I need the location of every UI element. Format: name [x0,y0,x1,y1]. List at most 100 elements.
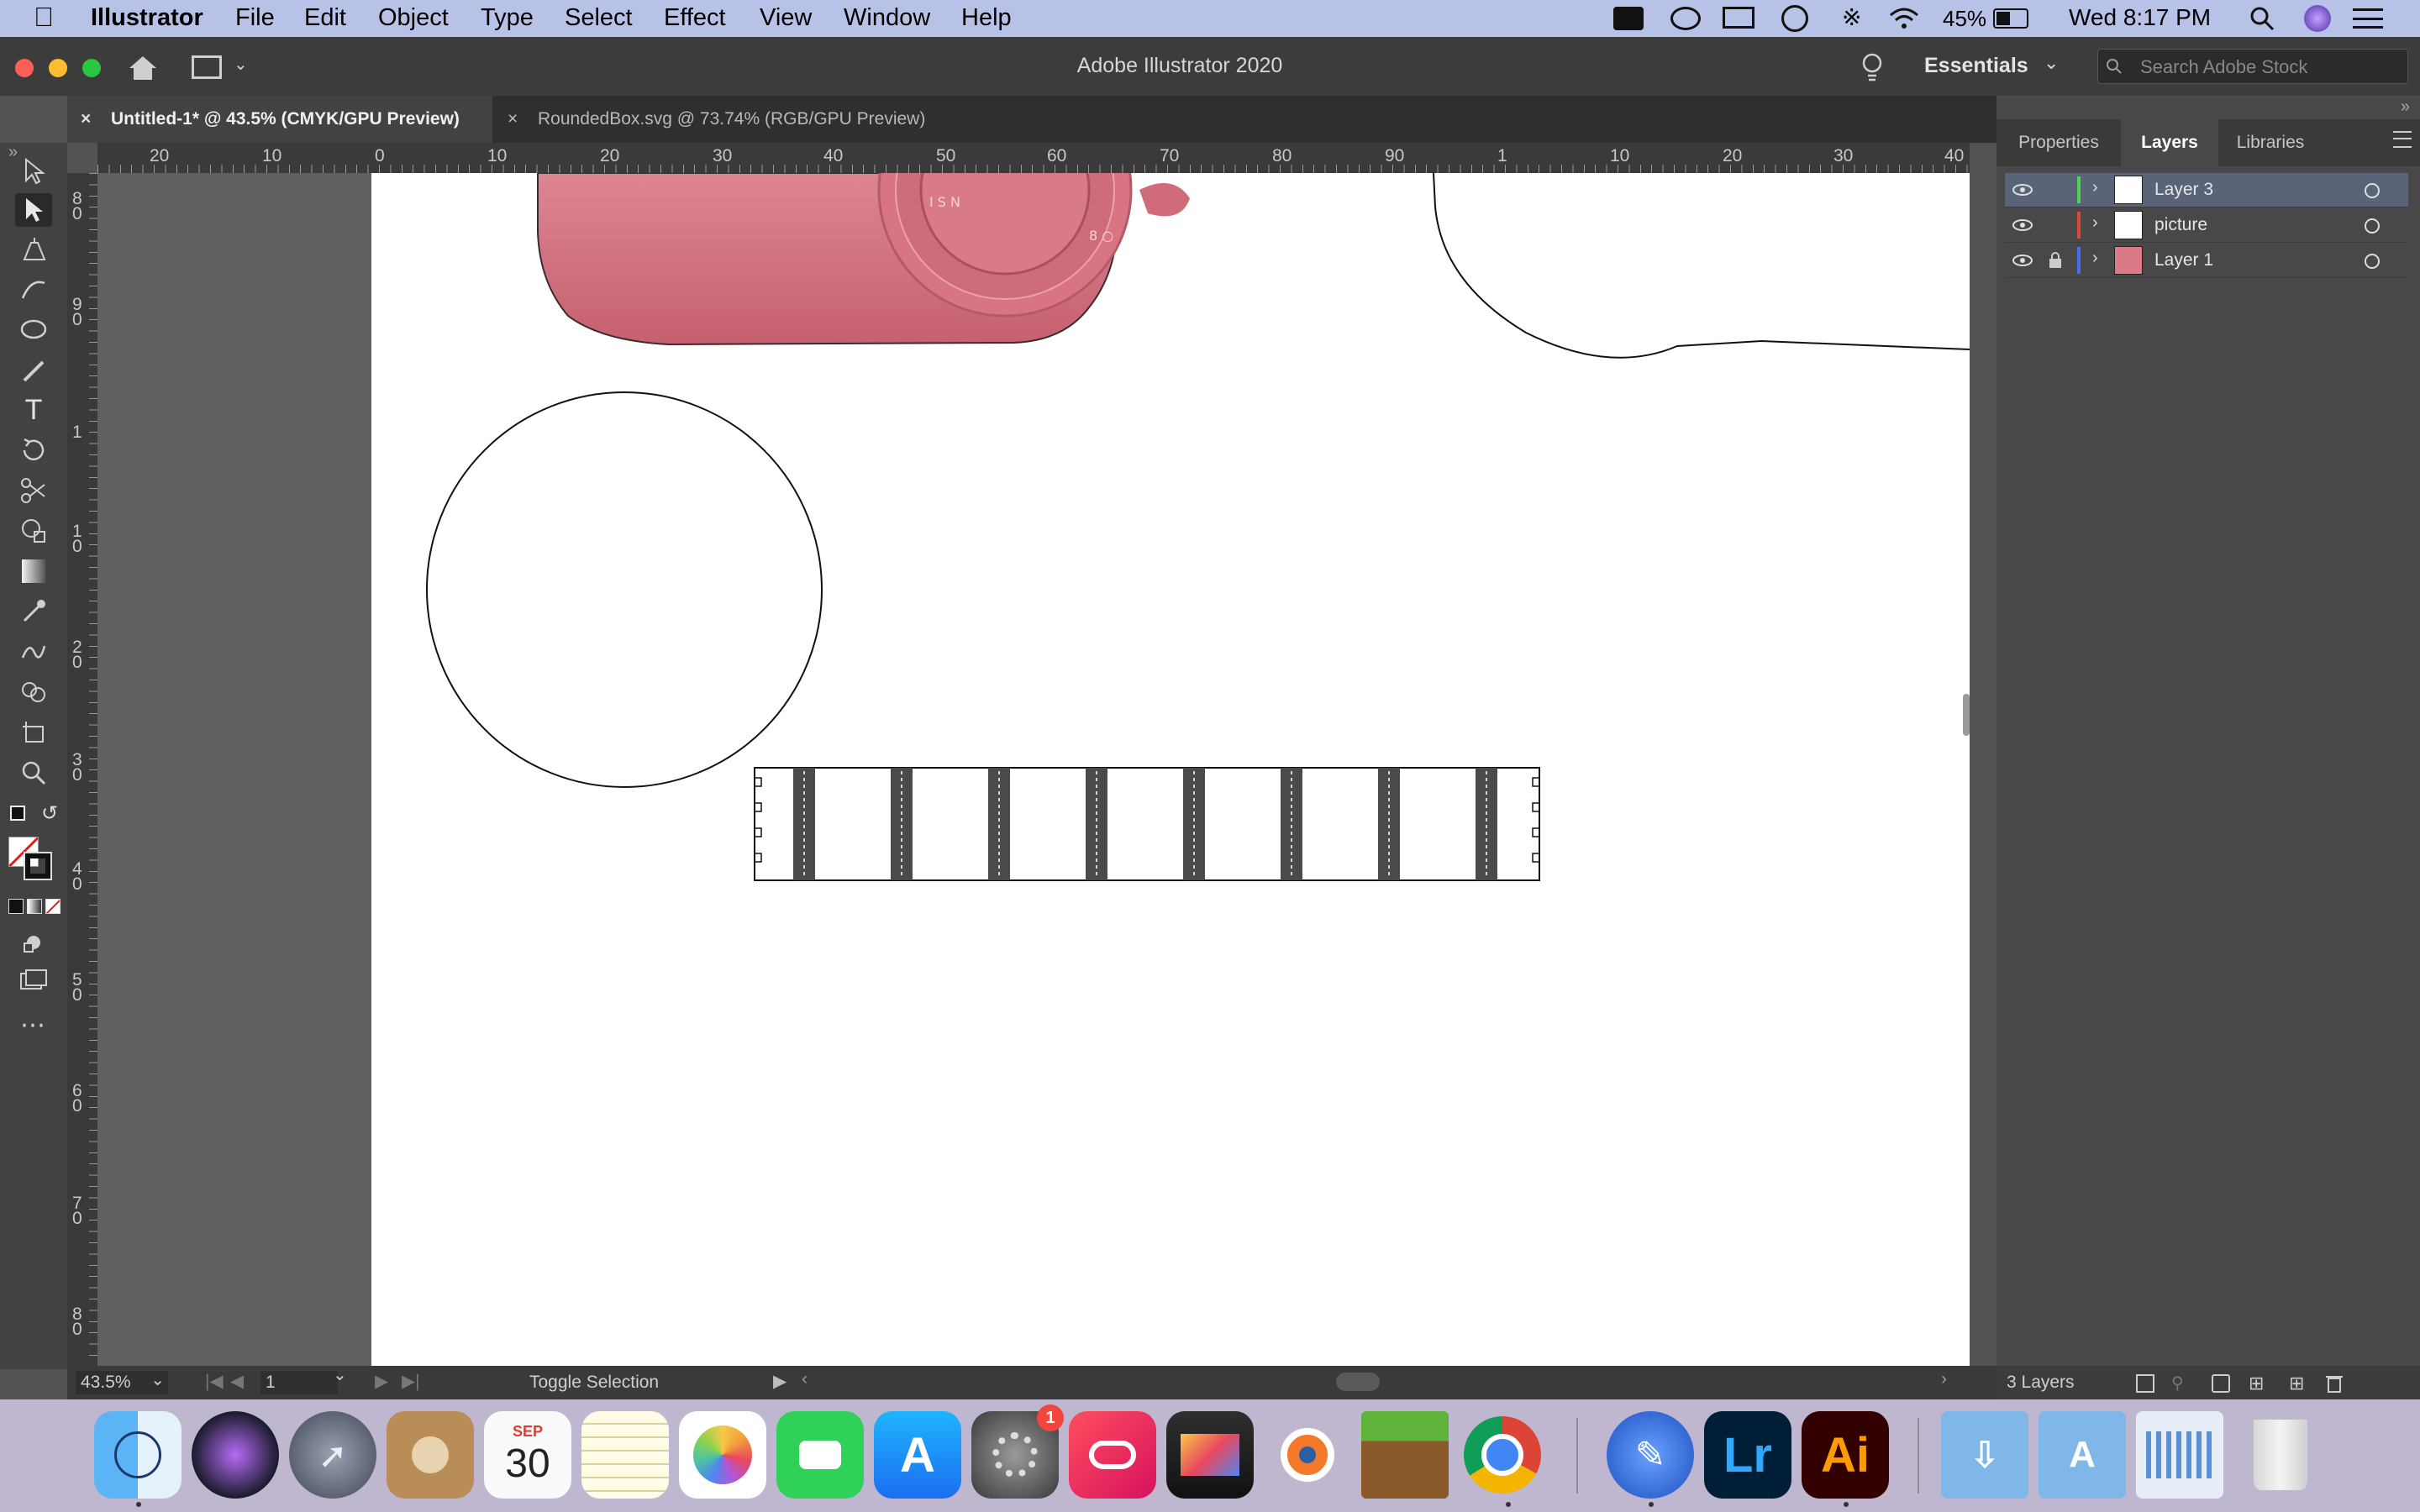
create-sublayer-icon[interactable]: ⊞ [2249,1373,2264,1394]
facetime-icon[interactable] [776,1411,864,1499]
screenshot-stack-icon[interactable] [2136,1411,2223,1499]
minecraft-icon[interactable] [1361,1411,1449,1499]
pencil-app-icon[interactable]: ✎ [1607,1411,1694,1499]
collapse-panel-icon[interactable]: » [2401,97,2410,117]
canvas-pasteboard[interactable]: I S N 8 ○ [97,173,1970,1366]
artboard-tool-icon[interactable] [15,716,52,749]
expand-chevron-icon[interactable]: › [2092,213,2098,233]
curvature-tool-icon[interactable] [15,272,52,306]
tab-close-icon[interactable]: × [508,96,518,143]
stock-search-field[interactable]: Search Adobe Stock [2097,49,2408,84]
lightroom-icon[interactable]: Lr [1704,1411,1791,1499]
shape-builder-tool-icon[interactable] [15,675,52,709]
screen-mode-icon[interactable] [15,964,52,998]
visibility-eye-icon[interactable] [2012,218,2033,232]
free-transform-tool-icon[interactable] [15,514,52,548]
creative-cloud-status-icon[interactable] [1613,7,1644,30]
target-icon[interactable] [2365,254,2380,269]
chevron-down-icon[interactable]: ⌄ [333,1364,347,1385]
rotate-tool-icon[interactable] [15,433,52,467]
horizontal-ruler[interactable]: 20 10 0 10 20 30 40 50 60 70 80 90 1 10 … [97,143,1970,173]
last-artboard-icon[interactable]: ▶| [402,1371,420,1392]
draw-mode-icon[interactable] [15,926,52,959]
chrome-icon[interactable] [1459,1411,1546,1499]
siri-icon[interactable] [2304,5,2331,32]
scroll-right-icon[interactable]: › [1941,1369,1947,1389]
tab-roundedbox[interactable]: × RoundedBox.svg @ 73.74% (RGB/GPU Previ… [494,96,1023,143]
trash-icon[interactable] [2237,1411,2324,1499]
vertical-scrollbar[interactable] [1963,694,1970,736]
first-artboard-icon[interactable]: |◀ [205,1371,224,1392]
menu-edit[interactable]: Edit [304,4,346,32]
menu-object[interactable]: Object [378,4,449,32]
blend-tool-icon[interactable] [15,635,52,669]
menu-window[interactable]: Window [844,4,930,32]
target-icon[interactable] [2365,183,2380,198]
creative-cloud-icon[interactable] [1069,1411,1156,1499]
outline-path[interactable] [1433,173,1970,359]
layer-row-layer-3[interactable]: › Layer 3 [2005,173,2408,207]
visibility-eye-icon[interactable] [2012,254,2033,267]
target-icon[interactable] [2365,218,2380,234]
siri-app-icon[interactable] [192,1411,279,1499]
lock-icon[interactable] [2047,251,2064,270]
tab-untitled-1[interactable]: × Untitled-1* @ 43.5% (CMYK/GPU Preview) [67,96,492,143]
layer-name[interactable]: picture [2154,215,2207,235]
box-strip-shape[interactable] [754,767,1540,881]
artboard-number-field[interactable]: 1 [260,1371,338,1394]
swap-colors-icon[interactable]: ↺ [37,796,62,830]
make-clipping-mask-icon[interactable] [2212,1374,2230,1393]
camera-image[interactable]: I S N 8 ○ [537,173,1190,346]
layer-row-layer-1[interactable]: › Layer 1 [2005,244,2408,278]
workspace-switcher[interactable]: Essentials [1924,54,2028,78]
applications-folder-icon[interactable]: A [2039,1411,2126,1499]
collect-for-export-icon[interactable] [2136,1374,2154,1393]
status-menu-arrow-icon[interactable]: ▶ [773,1371,786,1392]
blender-icon[interactable] [1264,1411,1351,1499]
vertical-ruler[interactable]: 8 0 9 0 1 1 0 2 0 3 0 4 0 5 0 6 0 7 0 8 … [67,173,97,1366]
previous-artboard-icon[interactable]: ◀ [230,1371,244,1392]
zoom-tool-icon[interactable] [15,756,52,790]
calendar-icon[interactable]: SEP 30 [484,1411,571,1499]
spotlight-search-icon[interactable] [2249,5,2275,32]
time-machine-icon[interactable] [1781,5,1808,32]
menu-view[interactable]: View [760,4,812,32]
wifi-icon[interactable] [1887,5,1921,32]
scissors-tool-icon[interactable] [15,474,52,507]
menu-help[interactable]: Help [961,4,1012,32]
paintbrush-tool-icon[interactable] [15,354,52,388]
finder-icon[interactable] [94,1411,182,1499]
layer-name[interactable]: Layer 1 [2154,250,2213,270]
app-menu[interactable]: Illustrator [91,4,203,32]
chevron-down-icon[interactable]: ⌄ [2044,52,2059,74]
layer-name[interactable]: Layer 3 [2154,180,2213,200]
tab-libraries[interactable]: Libraries [2218,119,2323,166]
ellipse-tool-icon[interactable] [15,312,52,346]
create-new-layer-icon[interactable]: ⊞ [2289,1373,2304,1394]
zoom-field[interactable]: 43.5% ⌄ [76,1371,168,1394]
circle-shape[interactable] [426,391,823,788]
tab-close-icon[interactable]: × [81,96,91,143]
gradient-tool-icon[interactable] [15,554,52,588]
illustrator-icon[interactable]: Ai [1802,1411,1889,1499]
menu-select[interactable]: Select [565,4,633,32]
pen-tool-icon[interactable] [15,234,52,267]
locate-object-icon[interactable]: ⚲ [2171,1373,2184,1394]
apple-icon[interactable]:  [34,2,54,33]
final-cut-pro-icon[interactable] [1166,1411,1254,1499]
menubar-clock[interactable]: Wed 8:17 PM [2069,4,2211,31]
photos-icon[interactable] [679,1411,766,1499]
type-tool-icon[interactable]: T [15,393,52,427]
eyedropper-tool-icon[interactable] [15,595,52,628]
horizontal-scrollbar[interactable] [1336,1373,1380,1391]
trash-icon[interactable] [2324,1373,2344,1394]
system-preferences-icon[interactable]: 1 [971,1404,1064,1499]
expand-chevron-icon[interactable]: › [2092,178,2098,197]
scroll-left-icon[interactable]: ‹ [802,1369,808,1389]
edit-toolbar-icon[interactable]: ⋯ [15,1008,52,1042]
selection-tool-icon[interactable] [15,155,52,188]
color-mode-buttons[interactable] [8,899,60,914]
notes-icon[interactable] [581,1411,669,1499]
battery-icon[interactable] [1993,8,2028,29]
lightbulb-icon[interactable] [1860,52,1884,84]
